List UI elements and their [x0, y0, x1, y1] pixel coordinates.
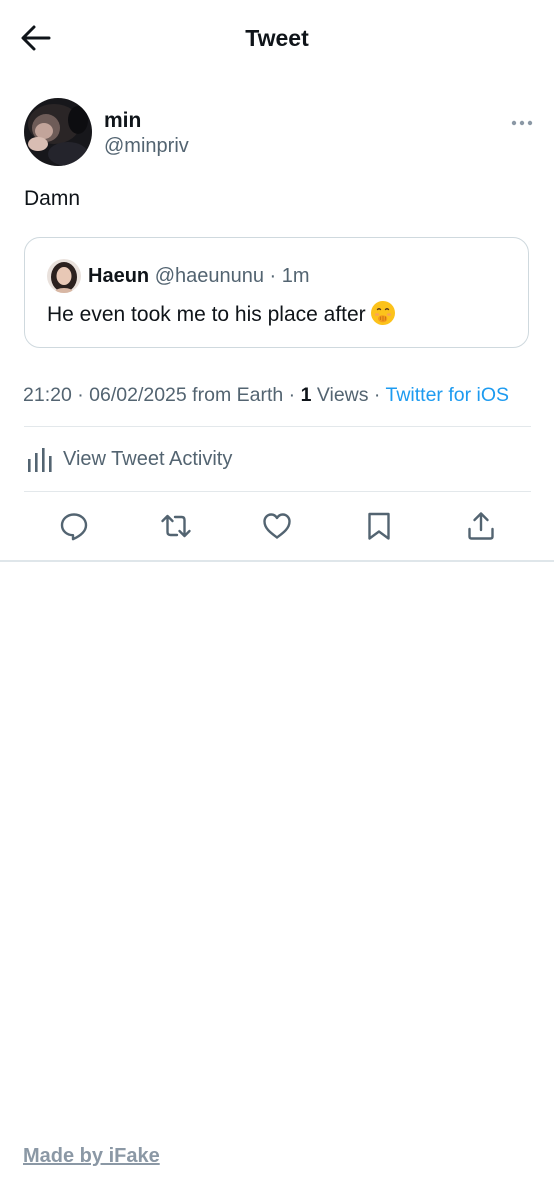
retweet-icon — [161, 514, 191, 538]
tweet-meta: 21:20 · 06/02/2025 from Earth · 1 Views … — [23, 382, 509, 408]
quote-author-handle: @haeununu — [154, 265, 264, 287]
author-handle[interactable]: @minpriv — [104, 134, 189, 158]
reply-icon — [60, 513, 88, 541]
tweet-text: Damn — [24, 187, 81, 210]
quote-text-content: He even took me to his place after — [47, 303, 366, 326]
views-count: 1 — [300, 384, 312, 406]
quote-text: He even took me to his place after — [47, 300, 396, 330]
share-icon — [468, 512, 494, 540]
bookmark-icon — [368, 512, 390, 540]
heart-icon — [263, 513, 291, 539]
meta-separator: · — [283, 384, 301, 406]
retweet-button[interactable] — [160, 510, 192, 542]
quote-avatar — [47, 259, 81, 293]
quote-separator: · — [269, 265, 277, 287]
tweet-source-link[interactable]: Twitter for iOS — [386, 384, 510, 406]
tweet-detail-screen: Tweet min @minpriv Damn Haeun @haeununu … — [0, 0, 554, 1200]
bar-chart-icon — [28, 448, 52, 472]
share-button[interactable] — [465, 510, 497, 542]
quote-author-name: Haeun — [88, 265, 150, 287]
quote-header: Haeun @haeununu · 1m — [88, 263, 310, 289]
author-name[interactable]: min — [104, 108, 141, 134]
avatar-image — [24, 98, 92, 166]
tweet-date: 06/02/2025 — [89, 384, 187, 406]
made-by-watermark[interactable]: Made by iFake — [23, 1142, 160, 1170]
more-horizontal-icon — [511, 120, 533, 126]
header: Tweet — [0, 0, 554, 76]
page-title: Tweet — [245, 25, 309, 51]
quote-time: 1m — [281, 265, 310, 287]
like-button[interactable] — [261, 510, 293, 542]
divider — [24, 491, 531, 492]
divider — [24, 426, 531, 427]
reply-button[interactable] — [58, 510, 90, 542]
meta-separator: · — [71, 384, 90, 406]
quoted-tweet-card[interactable]: Haeun @haeununu · 1m He even took me to … — [24, 237, 529, 348]
tweet-time: 21:20 — [23, 384, 72, 406]
activity-label: View Tweet Activity — [63, 448, 233, 470]
bookmark-button[interactable] — [363, 510, 395, 542]
action-bar — [0, 505, 554, 549]
avatar[interactable] — [24, 98, 92, 166]
meta-separator: · — [368, 384, 386, 406]
tweet-location: from Earth — [186, 384, 284, 406]
divider — [0, 560, 554, 562]
more-options-button[interactable] — [510, 116, 534, 128]
quote-avatar-image — [47, 259, 81, 293]
face-with-hand-over-mouth-icon — [370, 300, 396, 326]
views-label: Views — [311, 384, 369, 406]
